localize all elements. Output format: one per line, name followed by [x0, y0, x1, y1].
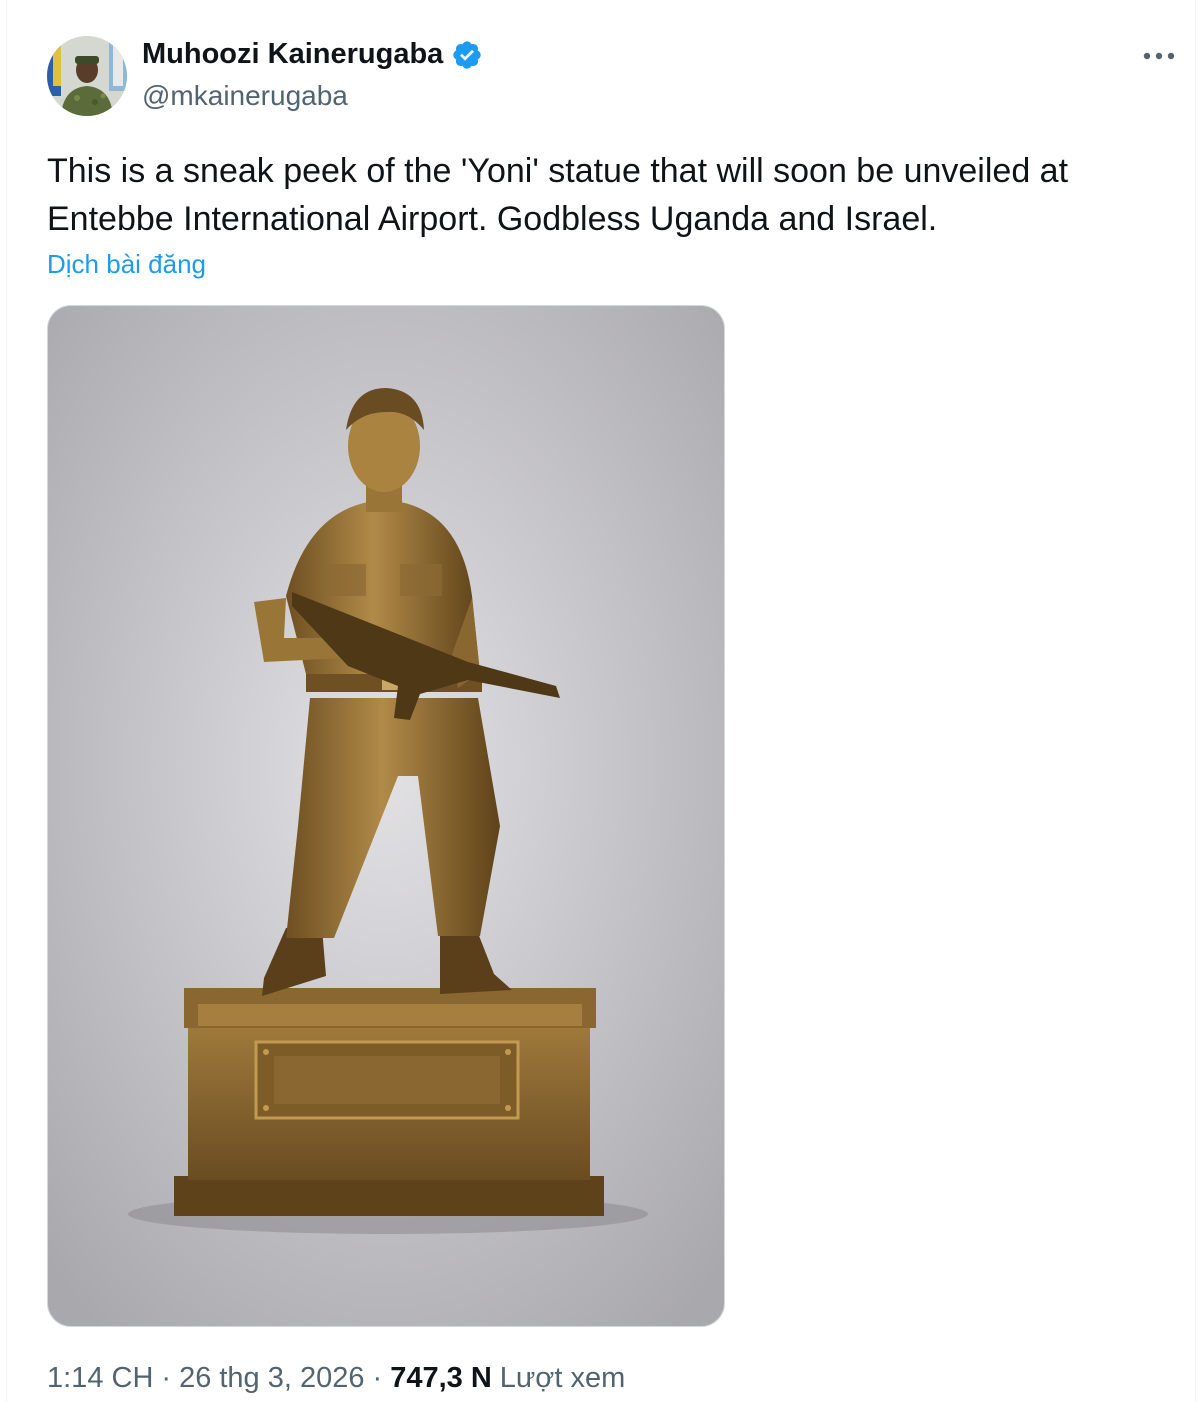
views-count[interactable]: 747,3 N	[390, 1362, 492, 1395]
tweet-meta: 1:14 CH · 26 thg 3, 2026 · 747,3 N Lượt …	[47, 1362, 625, 1395]
more-options-icon[interactable]	[1139, 38, 1179, 74]
tweet-container: Muhoozi Kainerugaba @mkainerugaba This i…	[6, 0, 1196, 1402]
tweet-date[interactable]: 26 thg 3, 2026	[179, 1362, 364, 1395]
avatar-image	[47, 36, 127, 116]
meta-separator: ·	[161, 1362, 172, 1394]
verified-badge-icon[interactable]	[451, 39, 483, 71]
statue-illustration	[48, 306, 724, 1326]
tweet-text: This is a sneak peek of the 'Yoni' statu…	[47, 152, 1069, 238]
views-label: Lượt xem	[499, 1362, 626, 1394]
author-handle[interactable]: @mkainerugaba	[142, 80, 348, 112]
tweet-media-image[interactable]	[47, 305, 725, 1327]
avatar[interactable]	[47, 36, 127, 116]
author-name-row: Muhoozi Kainerugaba	[142, 38, 483, 71]
tweet-time[interactable]: 1:14 CH	[47, 1362, 153, 1395]
meta-separator: ·	[372, 1362, 383, 1394]
translate-post-link[interactable]: Dịch bài đăng	[47, 249, 206, 280]
author-display-name[interactable]: Muhoozi Kainerugaba	[142, 38, 443, 71]
